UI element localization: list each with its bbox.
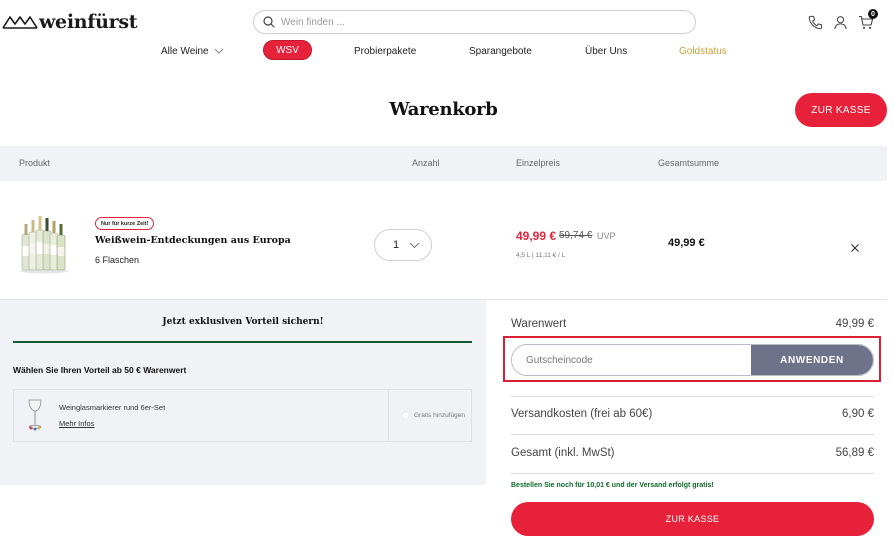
quantity-select[interactable]: 1 [374,229,432,261]
offer-name: Weinglasmarkierer rund 6er-Set [59,403,166,412]
add-free-gift[interactable]: Gratis hinzufügen [401,411,465,420]
close-icon[interactable] [849,242,861,254]
shipping-value: 6,90 € [842,408,874,420]
phone-icon[interactable] [806,13,824,31]
nav-alle-weine[interactable]: Alle Weine [161,41,224,61]
add-free-gift-label: Gratis hinzufügen [414,412,465,419]
total-label: Gesamt (inkl. MwSt) [511,447,615,459]
limited-time-badge: Nur für kurze Zeit! [95,217,155,230]
price-old-text: 59,74 € [559,230,593,241]
product-name[interactable]: Weißwein-Entdeckungen aus Europa [95,235,291,246]
summary-divider [511,434,874,435]
divider-line [13,341,472,343]
column-header-gesamtsumme: Gesamtsumme [658,158,720,168]
search-bar[interactable] [253,10,696,34]
nav-alle-weine-label: Alle Weine [161,45,209,57]
unit-price-current: 49,99 € [516,229,557,243]
column-header-einzelpreis: Einzelpreis [516,158,561,168]
advantage-title: Jetzt exklusiven Vorteil sichern! [162,317,324,327]
search-input[interactable] [281,16,661,28]
logo[interactable]: weinfürst [2,10,138,34]
chevron-down-icon [409,242,420,248]
line-total: 49,99 € [668,237,705,249]
cart-icon[interactable]: 0 [857,9,878,31]
warenwert-value: 49,99 € [835,318,874,330]
nav-wsv[interactable]: WSV [263,40,312,60]
uvp-label: UVP [597,231,616,241]
user-icon[interactable] [831,13,849,31]
chevron-down-icon [214,48,223,54]
nav-goldstatus[interactable]: Goldstatus [679,41,727,61]
nav-ueber-uns[interactable]: Über Uns [585,41,627,61]
advantage-subtitle: Wählen Sie Ihren Vorteil ab 50 € Warenwe… [13,365,187,375]
logo-text: weinfürst [39,11,138,33]
radio-icon[interactable] [401,411,410,420]
checkout-button-bottom[interactable]: ZUR KASSE [511,502,874,536]
unit-price-original: 59,74 € [559,230,592,241]
nav-probierpakete[interactable]: Probierpakete [354,41,416,61]
page-title: Warenkorb [389,99,498,120]
cart-count-badge: 0 [868,9,878,19]
coupon-form: ANWENDEN [511,344,874,376]
free-shipping-note: Bestellen Sie noch für 10,01 € und der V… [511,482,714,489]
mountain-logo-icon [2,16,38,29]
offer-more-info-link[interactable]: Mehr Infos [59,419,94,428]
summary-divider [511,396,874,397]
nav-sparangebote[interactable]: Sparangebote [469,41,532,61]
total-value: 56,89 € [835,447,874,459]
shipping-label: Versandkosten (frei ab 60€) [511,408,653,420]
coupon-code-input[interactable] [512,345,751,375]
wine-glass-image [28,399,42,431]
column-header-anzahl: Anzahl [412,158,440,168]
offer-divider [388,390,389,441]
checkout-button-top[interactable]: ZUR KASSE [795,93,887,127]
product-image[interactable] [18,212,70,274]
column-header-produkt: Produkt [19,158,51,168]
apply-coupon-button[interactable]: ANWENDEN [751,345,873,375]
search-icon [263,16,275,28]
product-subtitle: 6 Flaschen [95,255,140,265]
unit-price-info: 4,5 L | 11,11 € / L [516,252,566,259]
table-header: Produkt Anzahl Einzelpreis Gesamtsumme [0,146,887,181]
summary-divider [511,473,874,474]
quantity-value: 1 [393,239,400,251]
warenwert-label: Warenwert [511,318,567,330]
